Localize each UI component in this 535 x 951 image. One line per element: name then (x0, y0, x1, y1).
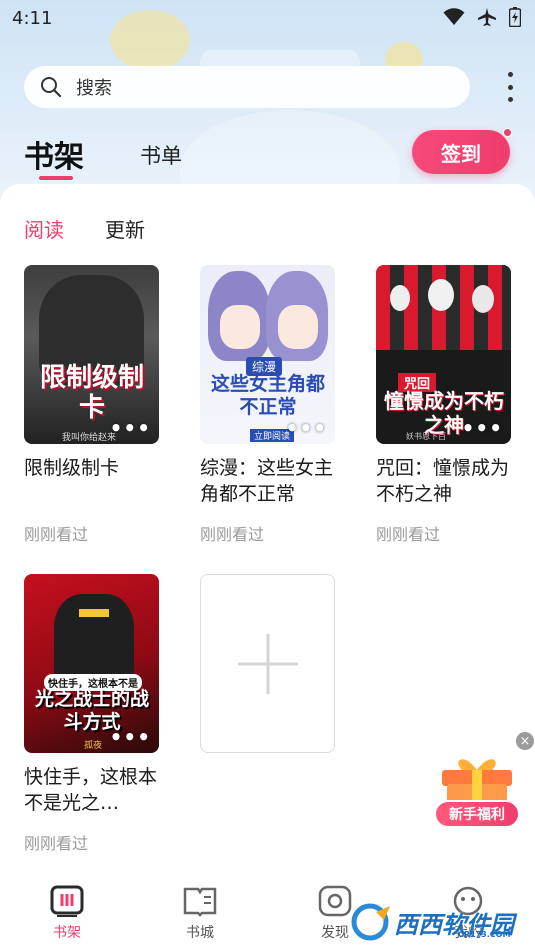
book-item[interactable]: 快住手，这根本不是 光之战士的战斗方式 孤夜 ••• 快住手，这根本不是光之… … (24, 574, 159, 854)
search-icon (41, 77, 62, 98)
book-cover[interactable]: 咒回 憧憬成为不朽之神 妖书恩下百 ••• (376, 265, 511, 444)
book-item[interactable]: 综漫 这些女主角都不正常 立即阅读 ••• 综漫：这些女主角都不正常 刚刚看过 (200, 265, 335, 545)
book-title: 咒回：憧憬成为不朽之神 (376, 457, 510, 505)
watermark-mark-icon (351, 903, 390, 941)
book-status: 刚刚看过 (200, 525, 265, 544)
close-icon[interactable]: × (516, 732, 534, 750)
newbie-benefit-badge[interactable]: 新手福利 (434, 800, 520, 828)
tab-booklist[interactable]: 书单 (140, 140, 182, 170)
status-bar: 4:11 (0, 0, 535, 38)
battery-icon (509, 7, 521, 27)
open-book-icon (183, 887, 217, 917)
nav-label: 书城 (186, 925, 214, 941)
cover-author: 孤夜 (84, 741, 103, 751)
book-title: 快住手，这根本不是光之… (24, 766, 158, 814)
cover-face (220, 305, 260, 349)
notification-dot (503, 128, 512, 137)
book-status: 刚刚看过 (24, 525, 89, 544)
watermark-logo: 西西软件园 CR173.COM (350, 900, 520, 944)
book-cover[interactable]: 限制级制卡 我叫你给赵来 ••• (24, 265, 159, 444)
search-bar[interactable]: 搜索 (24, 66, 470, 108)
cover-face (390, 285, 410, 311)
airplane-icon (478, 8, 496, 26)
book-menu-icon[interactable]: ••• (110, 418, 151, 438)
book-status: 刚刚看过 (24, 834, 89, 853)
book-menu-icon[interactable]: ••• (286, 418, 327, 438)
bookshelf-icon (50, 885, 84, 917)
nav-label: 书架 (53, 925, 81, 941)
book-item[interactable]: 咒回 憧憬成为不朽之神 妖书恩下百 ••• 咒回：憧憬成为不朽之神 刚刚看过 (376, 265, 511, 545)
book-cover[interactable]: 综漫 这些女主角都不正常 立即阅读 ••• (200, 265, 335, 444)
discover-icon (318, 885, 352, 917)
cover-author: 我叫你给赵来 (62, 433, 117, 443)
more-options-icon[interactable] (500, 70, 520, 104)
cover-face (472, 285, 494, 313)
book-title: 限制级制卡 (24, 457, 120, 479)
search-input[interactable]: 搜索 (76, 74, 112, 100)
book-item[interactable]: 限制级制卡 我叫你给赵来 ••• 限制级制卡 刚刚看过 (24, 265, 159, 545)
cover-author: 妖书恩下百 (406, 432, 446, 441)
checkin-button[interactable]: 签到 (412, 130, 510, 174)
book-menu-icon[interactable]: ••• (110, 727, 151, 747)
cover-face (278, 305, 318, 349)
tab-bookshelf[interactable]: 书架 (24, 132, 84, 176)
tab-indicator (39, 176, 73, 180)
plus-icon (237, 633, 298, 694)
cover-visor (79, 609, 109, 617)
tab-reading[interactable]: 阅读 (24, 214, 64, 243)
nav-label: 发现 (321, 925, 349, 941)
add-book-button[interactable] (200, 574, 335, 753)
nav-bookstore[interactable]: 书城 (160, 884, 240, 942)
book-cover[interactable]: 快住手，这根本不是 光之战士的战斗方式 孤夜 ••• (24, 574, 159, 753)
cover-title-art: 这些女主角都不正常 (210, 373, 325, 418)
book-menu-icon[interactable]: ••• (462, 418, 503, 438)
cover-face (428, 279, 454, 311)
watermark-sub: CR173.COM (458, 930, 511, 939)
tab-updates[interactable]: 更新 (105, 214, 145, 243)
status-icons (443, 7, 521, 27)
book-status: 刚刚看过 (376, 525, 441, 544)
status-time: 4:11 (12, 8, 53, 29)
wifi-icon (443, 8, 465, 25)
cover-title-art: 限制级制卡 (39, 363, 144, 423)
nav-bookshelf[interactable]: 书架 (27, 884, 107, 942)
book-title: 综漫：这些女主角都不正常 (200, 457, 334, 505)
